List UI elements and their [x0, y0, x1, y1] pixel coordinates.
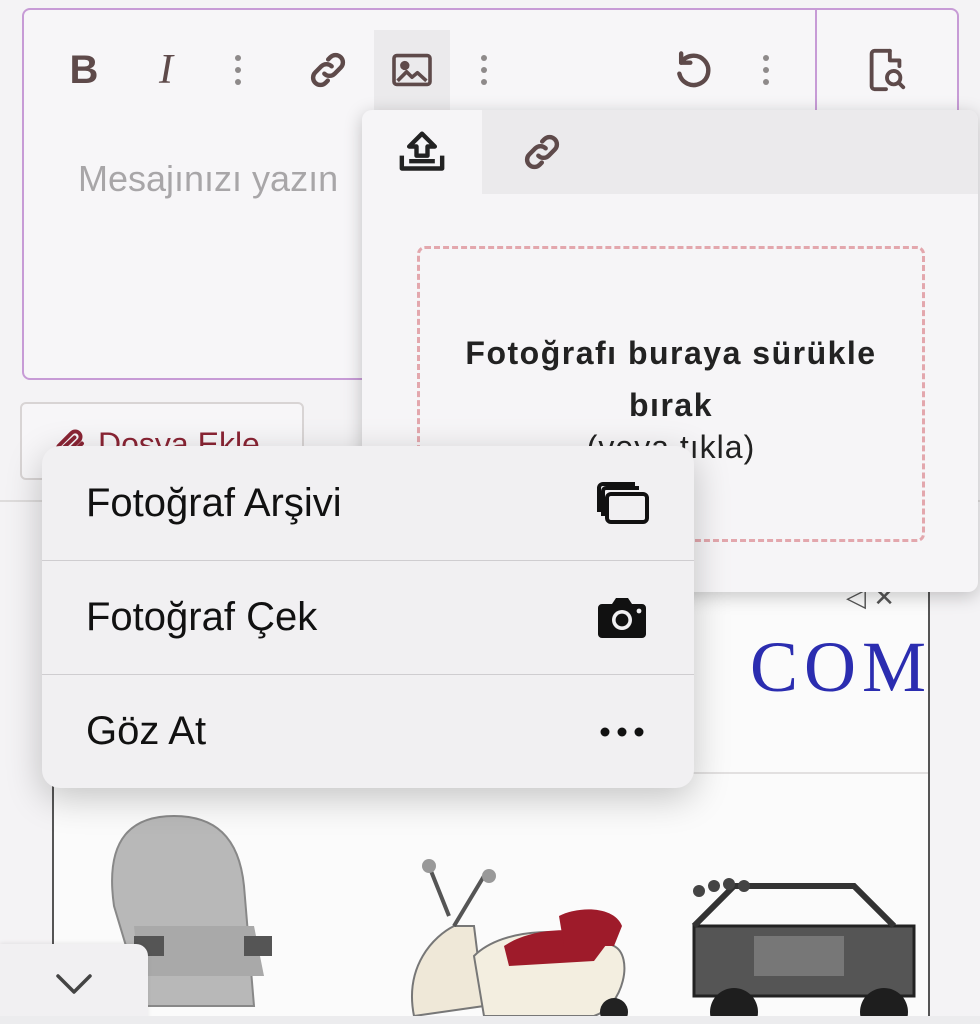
- menu-item-take-photo[interactable]: Fotoğraf Çek: [42, 560, 694, 674]
- more-horizontal-icon: [592, 707, 652, 757]
- bold-label: B: [69, 47, 99, 92]
- insert-link-button[interactable]: [298, 40, 358, 100]
- preview-button[interactable]: [856, 40, 916, 100]
- bold-button[interactable]: B: [54, 40, 114, 100]
- ad-logo-text: COM: [750, 627, 933, 707]
- dropzone-title: Fotoğrafı buraya sürükle bırak: [465, 335, 877, 423]
- upload-icon: [399, 131, 445, 171]
- italic-button[interactable]: I: [136, 40, 196, 100]
- editor-toolbar: B I: [24, 10, 957, 110]
- more-vertical-icon: [763, 55, 769, 85]
- ad-products-image: [111, 814, 916, 1022]
- collapse-button[interactable]: [0, 944, 148, 1024]
- menu-item-browse[interactable]: Göz At: [42, 674, 694, 788]
- link-icon: [524, 134, 560, 170]
- tab-upload[interactable]: [362, 110, 482, 194]
- undo-button[interactable]: [664, 40, 724, 100]
- bottom-bar: [0, 1016, 980, 1024]
- menu-item-photo-library[interactable]: Fotoğraf Arşivi: [42, 446, 694, 560]
- chevron-down-icon: [56, 974, 92, 994]
- more-vertical-icon: [235, 55, 241, 85]
- popup-tabs: [362, 110, 978, 194]
- menu-item-label: Göz At: [86, 709, 207, 753]
- camera-icon: [592, 593, 652, 643]
- italic-label: I: [159, 47, 173, 93]
- message-placeholder[interactable]: Mesajınızı yazın: [78, 158, 338, 200]
- more-options-button[interactable]: [736, 40, 796, 100]
- more-insert-button[interactable]: [454, 40, 514, 100]
- preview-icon: [869, 48, 906, 92]
- photo-source-menu: Fotoğraf Arşivi Fotoğraf Çek Göz At: [42, 446, 694, 788]
- more-formatting-button[interactable]: [208, 40, 268, 100]
- tab-link[interactable]: [482, 110, 602, 194]
- image-icon: [392, 53, 432, 87]
- more-vertical-icon: [481, 55, 487, 85]
- insert-image-button[interactable]: [374, 30, 450, 110]
- menu-item-label: Fotoğraf Çek: [86, 595, 318, 639]
- undo-icon: [677, 51, 711, 88]
- toolbar-divider: [815, 10, 817, 110]
- photo-library-icon: [592, 478, 652, 528]
- menu-item-label: Fotoğraf Arşivi: [86, 480, 342, 525]
- link-icon: [310, 52, 346, 88]
